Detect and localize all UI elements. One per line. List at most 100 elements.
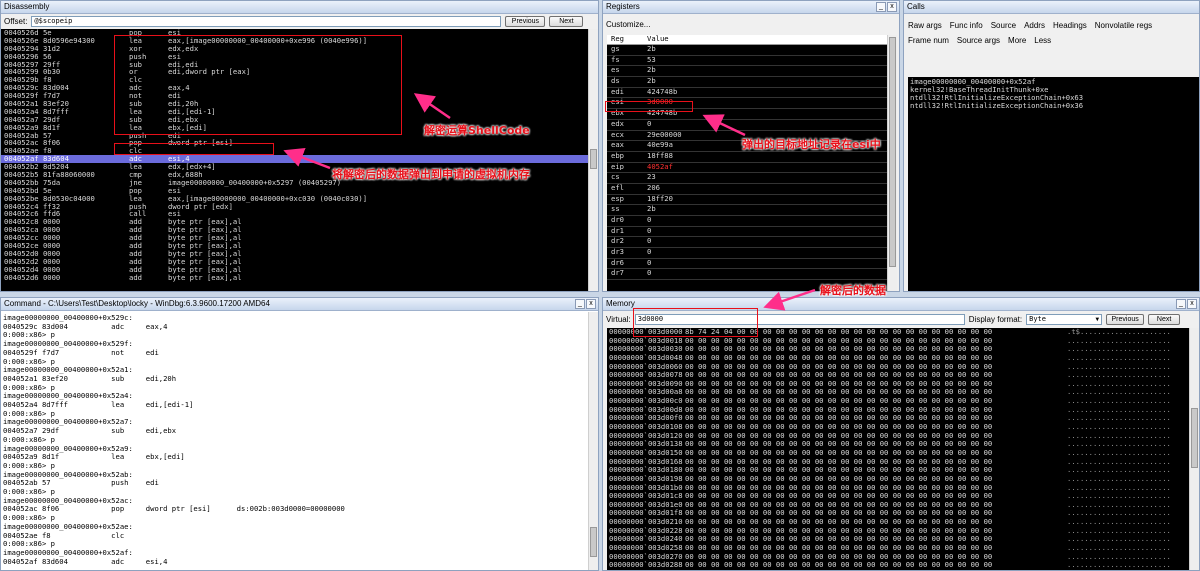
register-row[interactable]: ss 2b <box>607 205 889 216</box>
disasm-address: 0040529b f8 <box>4 76 52 85</box>
disasm-row[interactable]: 004052cc 0000 add byte ptr [eax],al <box>1 234 590 242</box>
disasm-row[interactable]: 004052c6 ffd6 call esi <box>1 210 590 218</box>
memory-bytes: 00 00 00 00 00 00 00 00 00 00 00 00 00 0… <box>685 397 993 406</box>
disasm-row[interactable]: 004052d0 0000 add byte ptr [eax],al <box>1 250 590 258</box>
register-value: 424748b <box>647 87 678 96</box>
disasm-row[interactable]: 004052d6 0000 add byte ptr [eax],al <box>1 274 590 282</box>
register-row[interactable]: dr2 0 <box>607 237 889 249</box>
display-format-select[interactable]: Byte ▼ <box>1026 313 1103 325</box>
register-value: 23 <box>647 173 656 182</box>
disasm-address: 0040526e 8d0596e94300 <box>4 36 95 45</box>
disasm-row[interactable]: 004052ac 8f06 pop dword ptr [esi] <box>1 139 590 147</box>
register-row[interactable]: dr6 0 <box>607 259 889 270</box>
calls-option-headings[interactable]: Headings <box>1051 18 1089 33</box>
memory-close-button[interactable]: x <box>1187 299 1197 309</box>
register-value: 206 <box>647 183 660 192</box>
command-close-button[interactable]: x <box>586 299 596 309</box>
disasm-address: 004052a4 8d7fff <box>4 107 69 116</box>
disasm-row[interactable]: 004052af 83d604 adc esi,4 <box>1 155 590 164</box>
calls-option-func-info[interactable]: Func info <box>948 18 985 33</box>
register-row[interactable]: dr1 0 <box>607 227 889 238</box>
registers-minimize-button[interactable]: _ <box>876 2 886 12</box>
disasm-row[interactable]: 004052bd 5e pop esi <box>1 187 590 195</box>
register-name: dr2 <box>611 237 624 246</box>
register-value: 4052af <box>647 162 673 171</box>
register-value: 0 <box>647 258 652 267</box>
memory-row: 00000000`003d01f8 00 00 00 00 00 00 00 00… <box>607 509 1189 518</box>
memory-ascii: ........................ <box>1067 423 1171 431</box>
register-row[interactable]: edx 0 <box>607 120 889 131</box>
disasm-row[interactable]: 004052be 8d0530c04000 lea eax,[image000000… <box>1 195 590 203</box>
call-frame[interactable]: ntdll32!RtlInitializeExceptionChain+0x36 <box>910 101 1198 110</box>
memory-address: 00000000`003d00d8 <box>609 405 683 414</box>
command-minimize-button[interactable]: _ <box>575 299 585 309</box>
customize-link[interactable]: Customize... <box>606 20 650 29</box>
calls-title: Calls <box>907 2 925 11</box>
memory-address: 00000000`003d00f0 <box>609 414 683 423</box>
register-row[interactable]: dr7 0 <box>607 269 889 281</box>
disassembly-scrollbar[interactable] <box>588 29 598 291</box>
registers-scrollbar[interactable] <box>887 35 897 291</box>
memory-address: 00000000`003d0210 <box>609 518 683 526</box>
memory-ascii: ........................ <box>1067 362 1171 371</box>
offset-input[interactable]: @$scopeip <box>31 15 502 27</box>
command-title: Command - C:\Users\Test\Desktop\locky - … <box>4 299 270 308</box>
register-value: 0 <box>647 237 652 246</box>
memory-ascii: ........................ <box>1067 448 1171 457</box>
disasm-next-button[interactable]: Next <box>549 15 584 27</box>
register-row[interactable]: cs 23 <box>607 173 889 184</box>
memory-scrollbar[interactable] <box>1189 328 1199 570</box>
memory-address: 00000000`003d0288 <box>609 561 683 570</box>
disasm-row[interactable]: 004052c4 ff32 push dword ptr [edx] <box>1 203 590 211</box>
disasm-row[interactable]: 004052ae f8 clc <box>1 147 590 155</box>
memory-ascii: ........................ <box>1067 371 1171 380</box>
register-row[interactable]: gs 2b <box>607 45 889 56</box>
memory-previous-button[interactable]: Previous <box>1106 313 1145 325</box>
disasm-operands: byte ptr [eax],al <box>168 218 242 227</box>
disasm-operands: byte ptr [eax],al <box>168 249 242 258</box>
memory-bytes: 00 00 00 00 00 00 00 00 00 00 00 00 00 0… <box>685 440 993 449</box>
register-row[interactable]: ebp 18ff88 <box>607 152 889 163</box>
register-row[interactable]: ds 2b <box>607 77 889 88</box>
disasm-row[interactable]: 004052ce 0000 add byte ptr [eax],al <box>1 242 590 250</box>
calls-option-more[interactable]: More <box>1006 33 1028 48</box>
register-row[interactable]: dr3 0 <box>607 248 889 259</box>
register-row[interactable]: efl 206 <box>607 184 889 195</box>
memory-address: 00000000`003d0048 <box>609 353 683 362</box>
disasm-mnemonic: add <box>129 234 142 243</box>
register-name: dr1 <box>611 226 624 235</box>
memory-row: 00000000`003d0150 00 00 00 00 00 00 00 00… <box>607 449 1189 458</box>
register-row[interactable]: es 2b <box>607 66 889 78</box>
register-row[interactable]: dr0 0 <box>607 216 889 227</box>
memory-bytes: 00 00 00 00 00 00 00 00 00 00 00 00 00 0… <box>685 518 993 526</box>
register-value: 40e99a <box>647 141 673 150</box>
memory-address: 00000000`003d0090 <box>609 379 683 388</box>
register-name: dr7 <box>611 269 624 278</box>
calls-option-frame-num[interactable]: Frame num <box>906 33 951 48</box>
disasm-row[interactable]: 004052d2 0000 add byte ptr [eax],al <box>1 258 590 266</box>
command-scrollbar[interactable] <box>588 312 598 570</box>
registers-close-button[interactable]: x <box>887 2 897 12</box>
memory-next-button[interactable]: Next <box>1148 313 1181 325</box>
calls-option-nonvolatile-regs[interactable]: Nonvolatile regs <box>1093 18 1154 33</box>
disasm-row[interactable]: 004052d4 0000 add byte ptr [eax],al <box>1 266 590 274</box>
register-value: 2b <box>647 205 656 214</box>
disasm-row[interactable]: 004052ca 0000 add byte ptr [eax],al <box>1 226 590 234</box>
register-row[interactable]: esp 18ff20 <box>607 195 889 206</box>
memory-ascii: ........................ <box>1067 379 1171 388</box>
disasm-previous-button[interactable]: Previous <box>505 15 546 27</box>
register-row[interactable]: eip 4052af <box>607 163 889 174</box>
calls-option-raw-args[interactable]: Raw args <box>906 18 944 33</box>
memory-minimize-button[interactable]: _ <box>1176 299 1186 309</box>
calls-option-source-args[interactable]: Source args <box>955 33 1002 48</box>
register-row[interactable]: fs 53 <box>607 56 889 67</box>
memory-bytes: 00 00 00 00 00 00 00 00 00 00 00 00 00 0… <box>685 353 993 362</box>
disasm-row[interactable]: 004052c8 0000 add byte ptr [eax],al <box>1 218 590 226</box>
calls-option-addrs[interactable]: Addrs <box>1022 18 1047 33</box>
register-row[interactable]: edi 424748b <box>607 88 889 99</box>
calls-option-source[interactable]: Source <box>989 18 1018 33</box>
calls-option-less[interactable]: Less <box>1032 33 1053 48</box>
disassembly-title: Disassembly <box>4 2 50 11</box>
register-name: edx <box>611 119 624 128</box>
calls-stack: image00000000_00400000+0x52af kernel32!Ba… <box>908 77 1199 291</box>
